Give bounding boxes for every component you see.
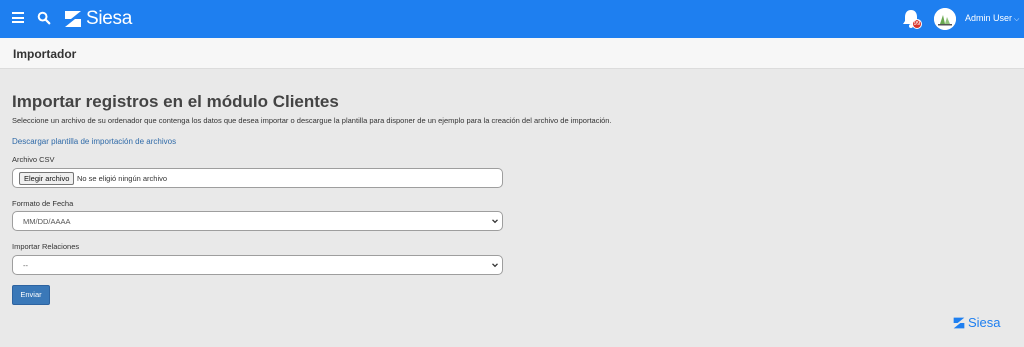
- submit-button[interactable]: Enviar: [12, 285, 50, 305]
- csv-file-input[interactable]: Elegir archivo No se eligió ningún archi…: [12, 168, 503, 188]
- chevron-down-icon: [492, 219, 498, 224]
- brand-name: Siesa: [86, 8, 133, 29]
- import-relations-label: Importar Relaciones: [12, 242, 80, 251]
- page-header: Importador: [0, 38, 1024, 69]
- footer-brand-name: Siesa: [968, 315, 1001, 330]
- footer-logo: Siesa: [953, 316, 1001, 330]
- siesa-logo-icon: [953, 317, 965, 329]
- brand-logo[interactable]: Siesa: [64, 9, 132, 29]
- menu-icon[interactable]: [12, 12, 24, 23]
- user-menu[interactable]: Admin User ⌵: [965, 13, 1019, 24]
- date-format-label: Formato de Fecha: [12, 199, 74, 208]
- csv-file-label: Archivo CSV: [12, 155, 55, 164]
- import-relations-select[interactable]: --: [12, 255, 503, 275]
- date-format-value: MM/DD/AAAA: [23, 217, 71, 226]
- top-navigation-bar: Siesa 99 Admin User ⌵: [0, 0, 1024, 38]
- chevron-down-icon: [492, 263, 498, 268]
- search-icon[interactable]: [37, 11, 51, 25]
- section-heading: Importar registros en el módulo Clientes: [12, 92, 339, 111]
- section-description: Seleccione un archivo de su ordenador qu…: [12, 116, 612, 125]
- siesa-logo-icon: [65, 11, 81, 27]
- choose-file-button[interactable]: Elegir archivo: [19, 172, 75, 185]
- notification-badge: 99: [912, 19, 922, 29]
- user-name: Admin User: [965, 13, 1013, 23]
- file-status-text: No se eligió ningún archivo: [77, 174, 168, 183]
- page-title: Importador: [13, 47, 77, 61]
- date-format-select[interactable]: MM/DD/AAAA: [12, 211, 503, 231]
- import-relations-value: --: [23, 261, 28, 270]
- avatar[interactable]: [934, 8, 956, 30]
- download-template-link[interactable]: Descargar plantilla de importación de ar…: [12, 137, 176, 146]
- chevron-down-icon: ⌵: [1014, 16, 1020, 23]
